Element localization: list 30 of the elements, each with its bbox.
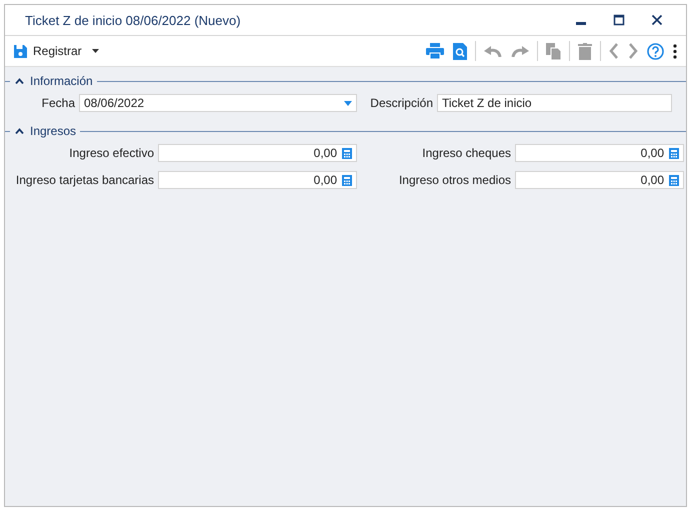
field-label: Descripción <box>369 96 433 110</box>
calculator-icon[interactable] <box>669 148 679 158</box>
calculator-icon[interactable] <box>669 174 679 186</box>
window-title: Ticket Z de inicio 08/06/2022 (Nuevo) <box>25 12 242 28</box>
field-label: Ingreso otros medios <box>398 173 511 187</box>
maximize-icon[interactable] <box>613 14 625 26</box>
collapse-icon[interactable] <box>13 128 26 134</box>
register-button[interactable]: Registrar <box>11 42 84 60</box>
help-icon[interactable] <box>644 40 667 62</box>
print-icon[interactable] <box>423 41 447 61</box>
dropdown-caret-icon[interactable] <box>92 49 99 53</box>
section-title: Ingresos <box>30 124 76 138</box>
number-field[interactable]: 0,00 <box>515 144 684 162</box>
print-preview-icon[interactable] <box>450 40 470 62</box>
dropdown-arrow-icon[interactable] <box>344 100 352 106</box>
number-field[interactable]: 0,00 <box>158 171 357 189</box>
number-field[interactable]: 0,00 <box>515 171 684 189</box>
field-label: Ingreso cheques <box>421 146 511 160</box>
save-icon <box>13 44 28 58</box>
date-field[interactable]: 08/06/2022 <box>79 94 357 112</box>
field-label: Fecha <box>40 96 75 110</box>
field-label: Ingreso efectivo <box>68 146 154 160</box>
section-title: Información <box>30 74 93 88</box>
field-label: Ingreso tarjetas bancarias <box>14 173 154 187</box>
calculator-icon[interactable] <box>342 148 352 158</box>
collapse-icon[interactable] <box>13 78 26 84</box>
text-field[interactable]: Ticket Z de inicio <box>437 94 672 112</box>
calculator-icon[interactable] <box>342 174 352 186</box>
number-field[interactable]: 0,00 <box>158 144 357 162</box>
close-icon[interactable] <box>651 14 663 26</box>
